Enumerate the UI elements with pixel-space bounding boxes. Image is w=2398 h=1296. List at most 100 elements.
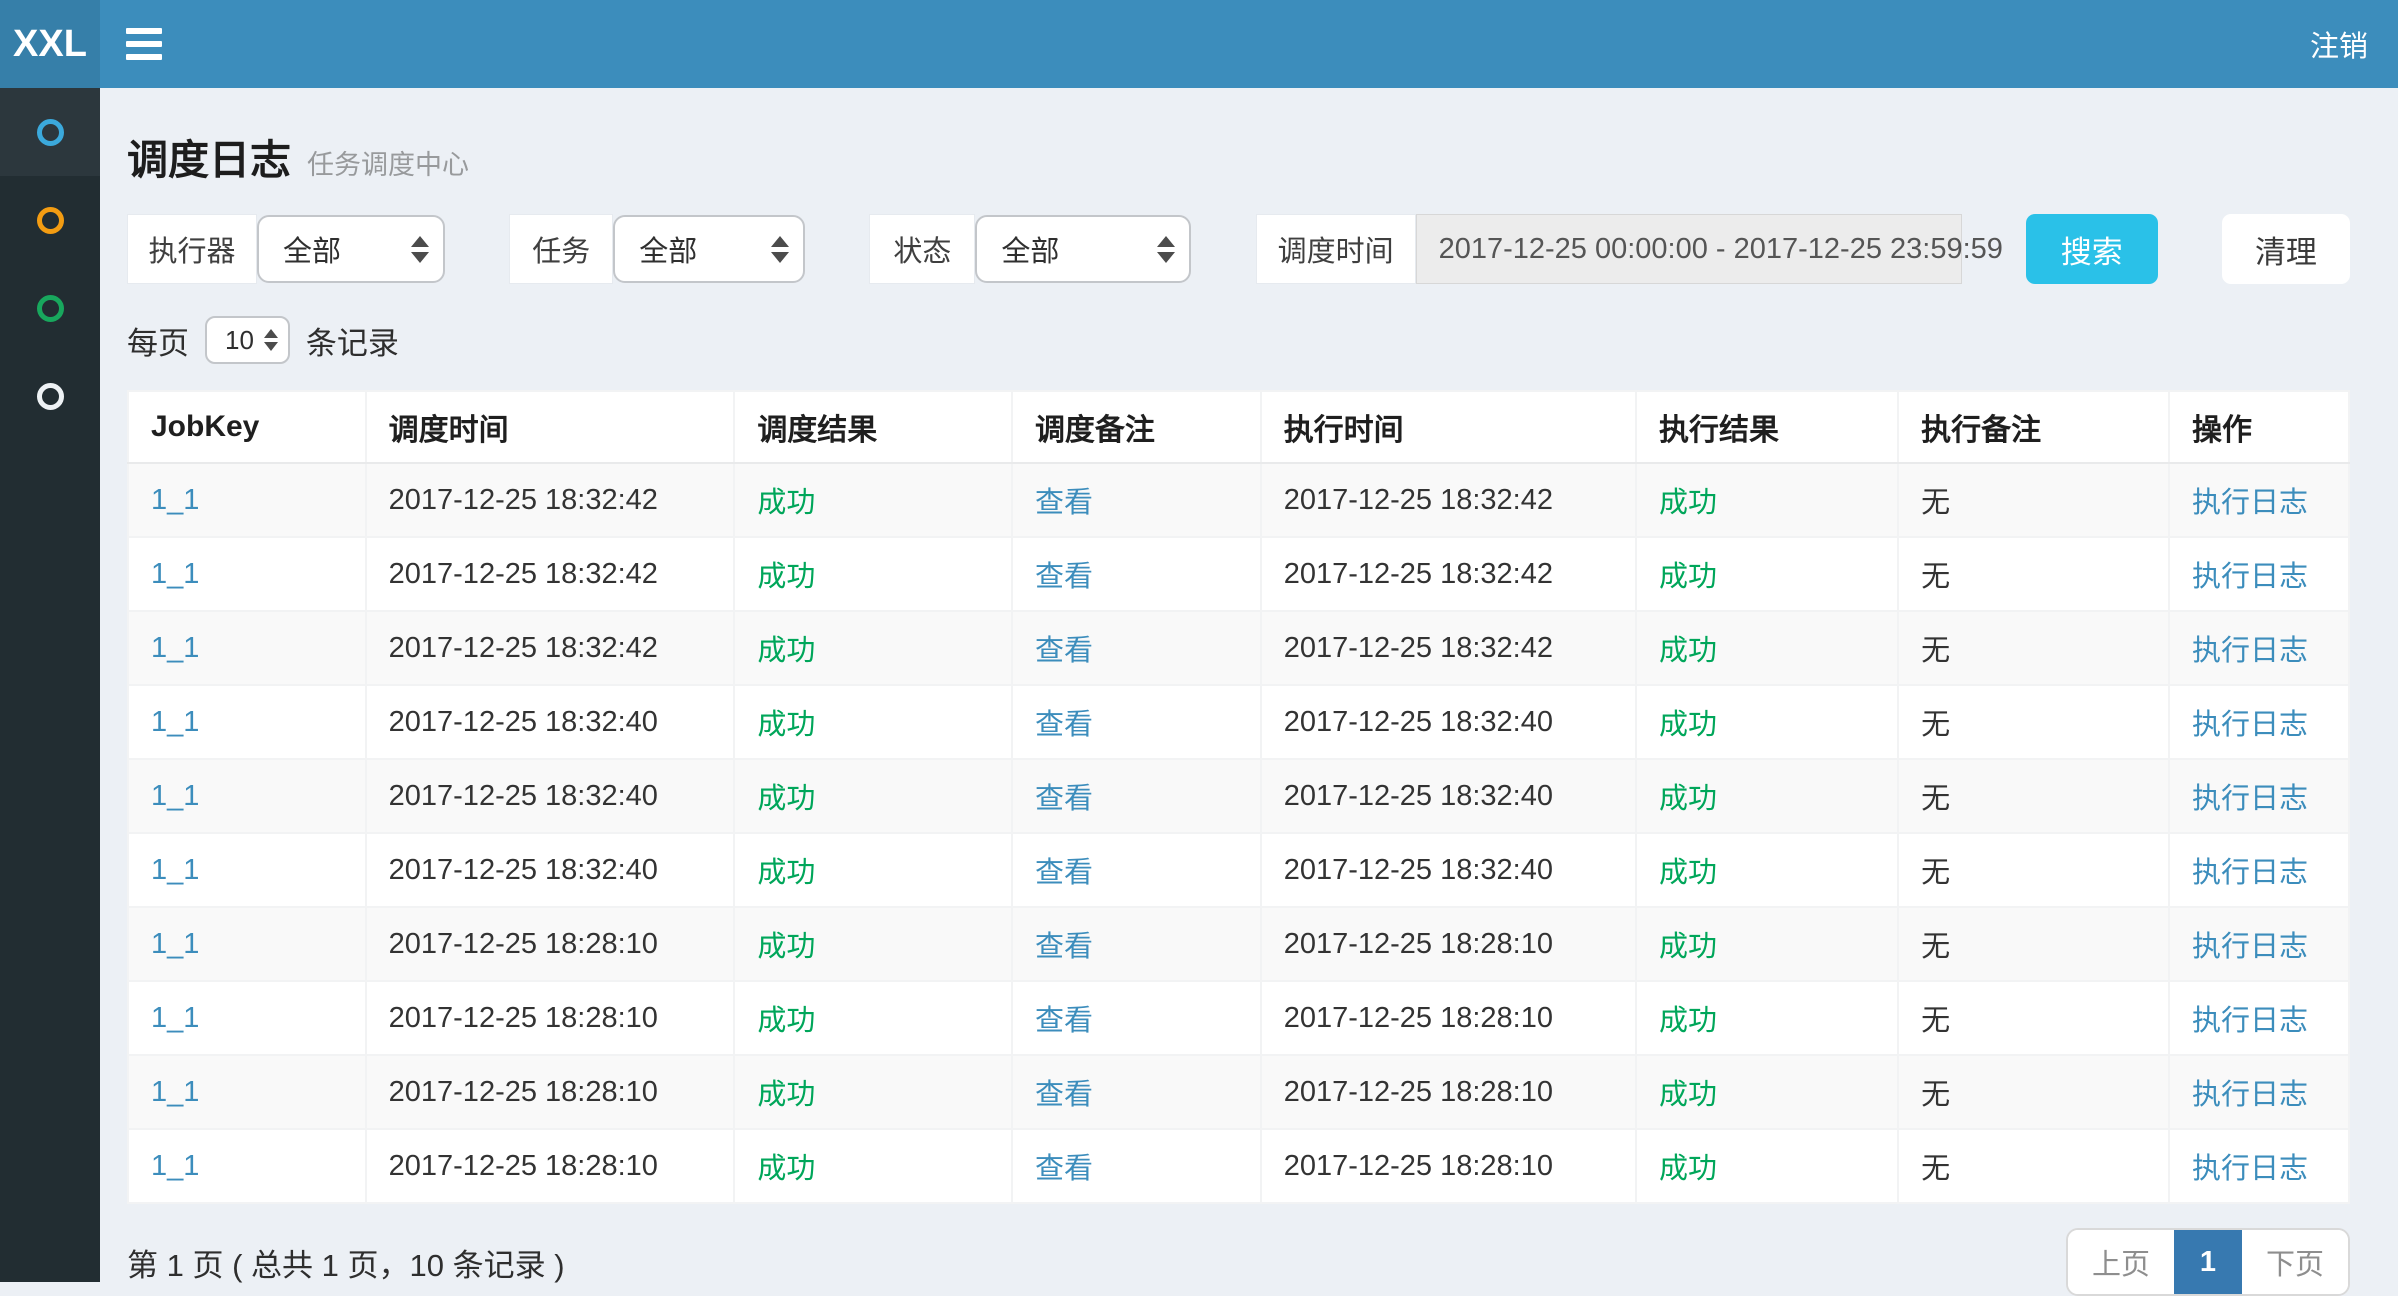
table-row: 1_1 2017-12-25 18:32:42 成功 查看 2017-12-25… [128,611,2349,685]
select-arrows-icon [1157,236,1175,263]
table-row: 1_1 2017-12-25 18:28:10 成功 查看 2017-12-25… [128,981,2349,1055]
time-filter-group: 调度时间 2017-12-25 00:00:00 - 2017-12-25 23… [1256,214,1962,284]
handle-result-cell: 成功 [1659,931,1717,963]
logout-link[interactable]: 注销 [2310,23,2368,65]
prev-page-button[interactable]: 上页 [2068,1230,2174,1294]
handle-msg-cell: 无 [1921,1079,1950,1111]
column-header: 执行时间 [1261,391,1636,463]
executor-filter-label: 执行器 [127,214,257,284]
page-title: 调度日志 [127,126,291,186]
status-filter-label: 状态 [869,214,975,284]
execution-log-link[interactable]: 执行日志 [2192,783,2308,815]
navbar-content: 注销 [100,0,2398,88]
circle-o-icon [37,119,64,146]
execution-log-link[interactable]: 执行日志 [2192,1153,2308,1185]
table-header-row: JobKey调度时间调度结果调度备注执行时间执行结果执行备注操作 [128,391,2349,463]
job-select[interactable]: 全部 [613,215,805,283]
executor-filter-group: 执行器 全部 [127,214,445,284]
execution-log-link[interactable]: 执行日志 [2192,1005,2308,1037]
page-header: 调度日志 任务调度中心 [127,126,2350,186]
trigger-time-cell: 2017-12-25 18:32:40 [389,706,658,738]
handle-result-cell: 成功 [1659,1005,1717,1037]
handle-result-cell: 成功 [1659,1153,1717,1185]
sidebar [0,88,100,1282]
handle-result-cell: 成功 [1659,709,1717,741]
execution-log-link[interactable]: 执行日志 [2192,709,2308,741]
trigger-msg-view-link[interactable]: 查看 [1035,1153,1093,1185]
handle-result-cell: 成功 [1659,783,1717,815]
handle-msg-cell: 无 [1921,857,1950,889]
page-size-suffix: 条记录 [306,318,399,363]
handle-msg-cell: 无 [1921,931,1950,963]
status-filter-group: 状态 全部 [869,214,1191,284]
column-header: 操作 [2169,391,2349,463]
jobkey-link[interactable]: 1_1 [151,1002,199,1034]
trigger-result-cell: 成功 [757,1005,815,1037]
jobkey-link[interactable]: 1_1 [151,558,199,590]
select-arrows-icon [411,236,429,263]
handle-time-cell: 2017-12-25 18:32:42 [1284,632,1553,664]
sidebar-item-4[interactable] [0,352,100,440]
handle-msg-cell: 无 [1921,1153,1950,1185]
jobkey-link[interactable]: 1_1 [151,1150,199,1182]
trigger-msg-view-link[interactable]: 查看 [1035,561,1093,593]
handle-msg-cell: 无 [1921,487,1950,519]
trigger-msg-view-link[interactable]: 查看 [1035,1005,1093,1037]
jobkey-link[interactable]: 1_1 [151,706,199,738]
trigger-msg-view-link[interactable]: 查看 [1035,931,1093,963]
trigger-time-cell: 2017-12-25 18:32:42 [389,484,658,516]
circle-o-icon [37,207,64,234]
job-filter-label: 任务 [509,214,613,284]
table-row: 1_1 2017-12-25 18:28:10 成功 查看 2017-12-25… [128,907,2349,981]
time-range-input[interactable]: 2017-12-25 00:00:00 - 2017-12-25 23:59:5… [1416,214,1962,284]
table-footer: 第 1 页 ( 总共 1 页，10 条记录 ) 上页 1 下页 [127,1228,2350,1296]
sidebar-item-1[interactable] [0,88,100,176]
pagination: 上页 1 下页 [2066,1228,2350,1296]
trigger-msg-view-link[interactable]: 查看 [1035,857,1093,889]
execution-log-link[interactable]: 执行日志 [2192,931,2308,963]
jobkey-link[interactable]: 1_1 [151,780,199,812]
handle-time-cell: 2017-12-25 18:32:42 [1284,558,1553,590]
trigger-msg-view-link[interactable]: 查看 [1035,487,1093,519]
circle-o-icon [37,383,64,410]
trigger-msg-view-link[interactable]: 查看 [1035,1079,1093,1111]
select-arrows-icon [771,236,789,263]
app-logo[interactable]: XXL [0,0,100,88]
trigger-result-cell: 成功 [757,931,815,963]
page-size-select[interactable]: 10 [205,316,290,364]
jobkey-link[interactable]: 1_1 [151,632,199,664]
handle-time-cell: 2017-12-25 18:32:40 [1284,780,1553,812]
trigger-msg-view-link[interactable]: 查看 [1035,783,1093,815]
jobkey-link[interactable]: 1_1 [151,854,199,886]
content: 调度日志 任务调度中心 执行器 全部 任务 全部 状态 全部 调度时间 [100,88,2398,1282]
jobkey-link[interactable]: 1_1 [151,928,199,960]
jobkey-link[interactable]: 1_1 [151,1076,199,1108]
trigger-time-cell: 2017-12-25 18:28:10 [389,1076,658,1108]
sidebar-menu [0,88,100,440]
table-row: 1_1 2017-12-25 18:32:42 成功 查看 2017-12-25… [128,463,2349,537]
execution-log-link[interactable]: 执行日志 [2192,487,2308,519]
sidebar-item-3[interactable] [0,264,100,352]
search-button[interactable]: 搜索 [2026,214,2158,284]
current-page-button[interactable]: 1 [2174,1230,2242,1294]
job-filter-group: 任务 全部 [509,214,805,284]
execution-log-link[interactable]: 执行日志 [2192,857,2308,889]
column-header: 调度结果 [734,391,1012,463]
clear-button[interactable]: 清理 [2222,214,2350,284]
trigger-msg-view-link[interactable]: 查看 [1035,635,1093,667]
trigger-result-cell: 成功 [757,783,815,815]
page-size-value: 10 [225,325,254,356]
jobkey-link[interactable]: 1_1 [151,484,199,516]
handle-msg-cell: 无 [1921,783,1950,815]
execution-log-link[interactable]: 执行日志 [2192,1079,2308,1111]
sidebar-toggle-icon[interactable] [126,28,162,60]
sidebar-item-2[interactable] [0,176,100,264]
trigger-time-cell: 2017-12-25 18:32:42 [389,632,658,664]
trigger-msg-view-link[interactable]: 查看 [1035,709,1093,741]
next-page-button[interactable]: 下页 [2242,1230,2348,1294]
status-select[interactable]: 全部 [975,215,1191,283]
execution-log-link[interactable]: 执行日志 [2192,561,2308,593]
execution-log-link[interactable]: 执行日志 [2192,635,2308,667]
trigger-time-cell: 2017-12-25 18:32:40 [389,854,658,886]
executor-select[interactable]: 全部 [257,215,445,283]
